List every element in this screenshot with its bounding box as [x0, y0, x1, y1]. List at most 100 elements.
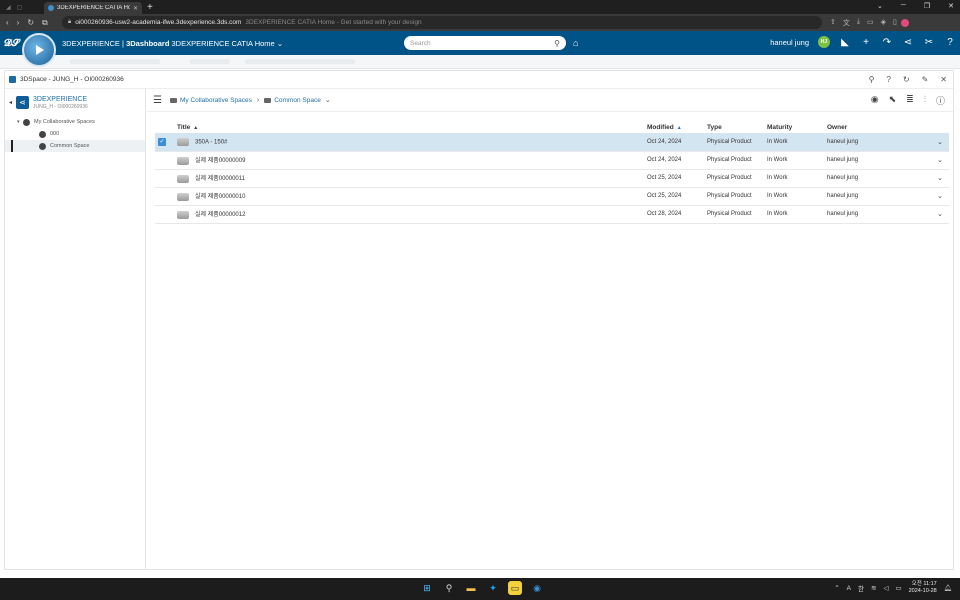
info-icon[interactable]: ⓘ [936, 94, 945, 107]
table-row[interactable]: 실제 제품00000010 Oct 25, 2024 Physical Prod… [155, 187, 949, 206]
kakaotalk-icon[interactable]: ▭ [508, 581, 522, 595]
menu-icon[interactable]: ☰ [153, 95, 162, 106]
back-icon[interactable]: ‹ [6, 18, 9, 28]
tab-search-icon[interactable]: ⌄ [877, 2, 883, 10]
chevron-down-icon[interactable]: ⌄ [277, 39, 283, 48]
refresh-icon[interactable]: ↻ [903, 75, 910, 84]
close-tab-icon[interactable]: ✕ [133, 5, 138, 12]
row-title[interactable]: 실제 제품00000009 [195, 158, 245, 164]
file-explorer-icon[interactable]: ▬ [464, 581, 478, 595]
row-modified: Oct 24, 2024 [647, 151, 707, 170]
search-box[interactable]: ⚲ [404, 36, 566, 50]
sidepanel-icon[interactable]: ▯ [893, 18, 897, 28]
row-modified: Oct 25, 2024 [647, 187, 707, 206]
compass-icon[interactable] [22, 33, 56, 67]
row-owner: haneul jung [827, 187, 927, 206]
share-arrow-icon[interactable]: ↷ [881, 37, 893, 48]
notification-bell-icon[interactable]: 🔔︎ [944, 584, 952, 592]
close-icon[interactable]: ✕ [940, 75, 947, 84]
tab-icon[interactable]: ⧉ [42, 18, 48, 28]
volume-icon[interactable]: ◁ [883, 584, 888, 592]
list-view-icon[interactable]: ≣ [906, 94, 914, 107]
profile-avatar[interactable] [900, 18, 909, 27]
tools-icon[interactable]: ✂ [923, 37, 935, 48]
wifi-icon[interactable]: ≋ [871, 584, 876, 592]
table-row[interactable]: 실제 제품00000009 Oct 24, 2024 Physical Prod… [155, 151, 949, 170]
table-row[interactable]: 실제 제품00000011 Oct 25, 2024 Physical Prod… [155, 169, 949, 188]
search-icon[interactable]: ⚲ [554, 39, 560, 48]
caret-down-icon[interactable]: ◂ [9, 99, 12, 106]
breadcrumb-item-common-space[interactable]: Common Space [264, 97, 321, 104]
tree-item-common-space[interactable]: Common Space [5, 140, 145, 152]
help-icon[interactable]: ? [886, 75, 890, 84]
expand-icon[interactable]: ⌄ [927, 151, 949, 170]
column-title[interactable]: Title ▲ [177, 121, 647, 133]
tag-icon[interactable]: ⌂ [573, 38, 578, 48]
tree-label: Common Space [50, 143, 90, 149]
download-icon[interactable]: ⤓ [857, 18, 860, 28]
clock-date: 2024-10-28 [908, 588, 937, 594]
forward-icon[interactable]: › [17, 18, 20, 28]
maximize-icon[interactable]: ❐ [924, 2, 930, 10]
minimize-icon[interactable]: ─ [901, 2, 906, 10]
expand-icon[interactable]: ⌄ [927, 187, 949, 206]
language-indicator[interactable]: A [847, 585, 851, 592]
translate-icon[interactable]: 文 [843, 18, 850, 28]
favicon-icon [48, 5, 54, 11]
new-tab-button[interactable]: + [147, 2, 153, 13]
tree-item-collab-spaces[interactable]: ▾ My Collaborative Spaces [5, 116, 145, 128]
twitter-icon[interactable]: ✦ [486, 581, 500, 595]
user-name[interactable]: haneul jung [770, 38, 809, 47]
tab-actions-icon[interactable]: ▢ [17, 4, 23, 11]
column-modified[interactable]: Modified ▲ [647, 121, 707, 133]
help-icon[interactable]: ? [944, 37, 956, 48]
chevron-down-icon[interactable]: ⌄ [325, 96, 331, 104]
row-title[interactable]: 실제 제품00000011 [195, 176, 245, 182]
clock[interactable]: 오전 11:17 2024-10-28 [909, 581, 937, 595]
widget-title: 3DSpace - JUNG_H - OI000260936 [20, 76, 124, 83]
notifications-icon[interactable]: ◣ [839, 37, 851, 48]
column-owner[interactable]: Owner [827, 121, 927, 133]
select-mode-icon[interactable]: ⬉ [889, 94, 897, 107]
ime-indicator[interactable]: 한 [858, 583, 864, 593]
sidebar-root[interactable]: ◂ ⋖ 3DEXPERIENCE JUNG_H - OI000260936 [5, 89, 145, 110]
close-window-icon[interactable]: ✕ [948, 2, 954, 10]
table-row[interactable]: ✓ 350A - 150# Oct 24, 2024 Physical Prod… [155, 133, 949, 152]
app-brand[interactable]: 3DEXPERIENCE | 3Dashboard 3DEXPERIENCE C… [62, 39, 283, 48]
battery-icon[interactable]: ▭ [895, 584, 901, 592]
address-bar[interactable]: 🔒︎ oi000260936-usw2-academia-ifwe.3dexpe… [62, 16, 822, 29]
table-row[interactable]: 실제 제품00000012 Oct 28, 2024 Physical Prod… [155, 205, 949, 224]
column-type[interactable]: Type [707, 121, 767, 133]
tree-item-000[interactable]: 000 [5, 128, 145, 140]
column-maturity[interactable]: Maturity [767, 121, 827, 133]
share-icon[interactable]: ⇪ [830, 18, 836, 28]
cast-icon[interactable]: ▭ [867, 18, 874, 28]
checkbox-checked[interactable]: ✓ [158, 137, 166, 146]
chevron-up-icon[interactable]: ⌃ [834, 584, 839, 592]
row-title[interactable]: 실제 제품00000010 [195, 194, 245, 200]
eye-icon[interactable]: ◉ [871, 94, 879, 107]
reload-icon[interactable]: ↻ [27, 18, 34, 28]
avatar[interactable]: HJ [818, 36, 830, 48]
search-icon[interactable]: ⚲ [442, 581, 456, 595]
expand-icon[interactable]: ⌄ [927, 205, 949, 224]
ds-logo-icon[interactable]: 𝓓𝓢 [4, 38, 24, 49]
row-maturity: In Work [767, 205, 827, 224]
pin-icon[interactable]: ✎ [922, 75, 929, 84]
window-menu[interactable]: ◢ ▢ [0, 4, 44, 11]
add-icon[interactable]: + [860, 37, 872, 48]
search-input[interactable] [410, 39, 555, 47]
network-icon[interactable]: ⋖ [902, 37, 914, 48]
extension-icon[interactable]: ◈ [881, 18, 886, 28]
breadcrumb-item-collab-spaces[interactable]: My Collaborative Spaces [169, 97, 252, 104]
filter-icon[interactable]: ⫶ [924, 94, 926, 107]
windows-start-icon[interactable]: ⊞ [420, 581, 434, 595]
expand-icon[interactable]: ⌄ [927, 169, 949, 188]
browser-tab[interactable]: 3DEXPERIENCE CATIA Home - 3 ✕ [44, 2, 142, 14]
row-title[interactable]: 실제 제품00000012 [195, 212, 245, 218]
chrome-app-icon[interactable]: ◉ [530, 581, 544, 595]
search-icon[interactable]: ⚲ [869, 75, 875, 84]
product-thumbnail [177, 156, 189, 165]
expand-icon[interactable]: ⌄ [927, 133, 949, 152]
row-title[interactable]: 350A - 150# [195, 139, 227, 145]
